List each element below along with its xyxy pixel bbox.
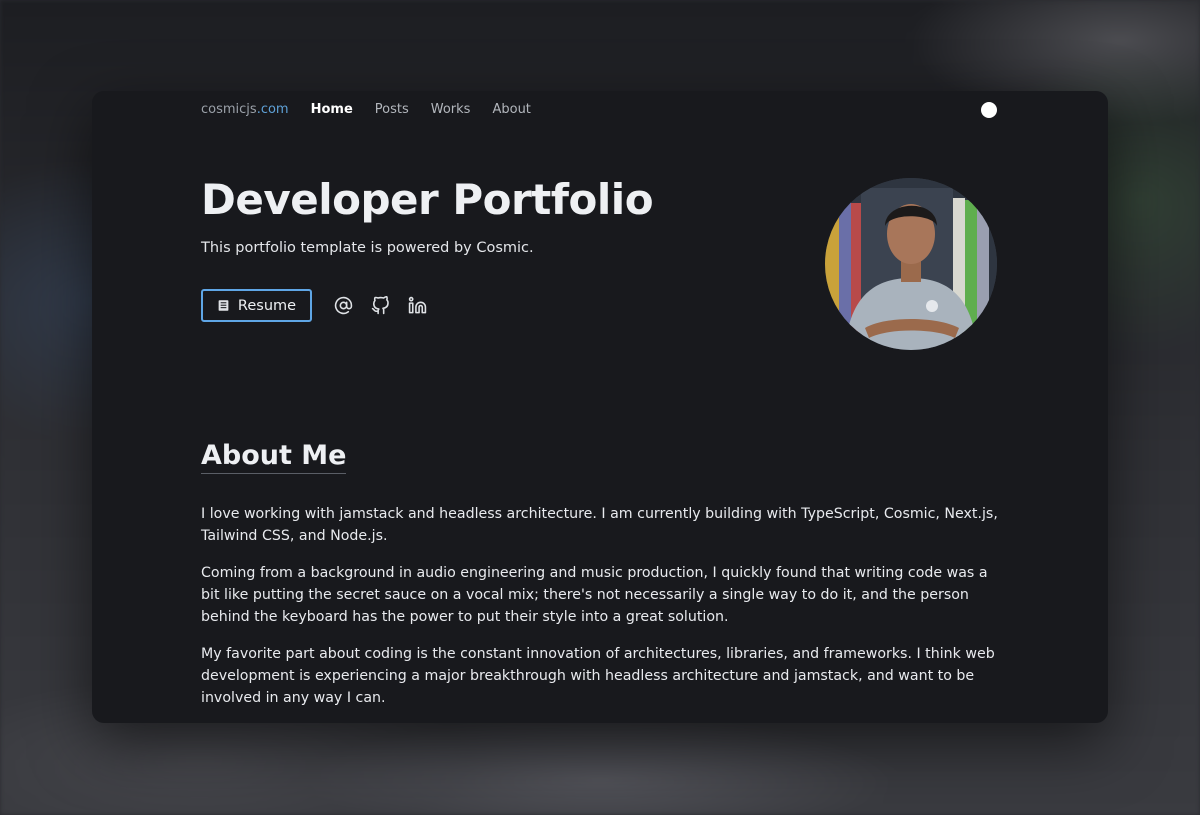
about-paragraph: Coming from a background in audio engine… <box>201 565 988 625</box>
hero-subtitle: This portfolio template is powered by Co… <box>201 240 534 256</box>
browser-window: cosmicjs.com Home Posts Works About Deve… <box>92 91 1108 723</box>
about-content: I love working with jamstack and headles… <box>201 503 1001 723</box>
nav-item-about[interactable]: About <box>492 102 530 117</box>
nav-item-home[interactable]: Home <box>311 102 353 117</box>
social-links <box>334 296 427 315</box>
linkedin-icon[interactable] <box>408 296 427 315</box>
nav-item-posts[interactable]: Posts <box>375 102 409 117</box>
resume-button-label: Resume <box>237 297 297 314</box>
about-paragraph: My favorite part about coding is the con… <box>201 646 995 706</box>
about-paragraph: I love working with jamstack and headles… <box>201 506 998 544</box>
document-icon <box>218 300 229 311</box>
github-icon[interactable] <box>371 296 390 315</box>
brand-name: cosmicjs <box>201 102 257 117</box>
nav-item-works[interactable]: Works <box>431 102 471 117</box>
resume-button[interactable]: Resume <box>201 289 312 322</box>
site-brand-link[interactable]: cosmicjs.com <box>201 102 289 117</box>
page-title: Developer Portfolio <box>201 175 654 224</box>
at-sign-icon[interactable] <box>334 296 353 315</box>
top-nav: cosmicjs.com Home Posts Works About <box>201 102 531 117</box>
avatar <box>825 178 997 350</box>
theme-toggle-button[interactable] <box>981 102 997 118</box>
brand-tld: .com <box>256 102 289 117</box>
about-heading: About Me <box>201 440 347 474</box>
hero-actions: Resume <box>201 289 427 322</box>
portrait-photo <box>825 178 997 350</box>
